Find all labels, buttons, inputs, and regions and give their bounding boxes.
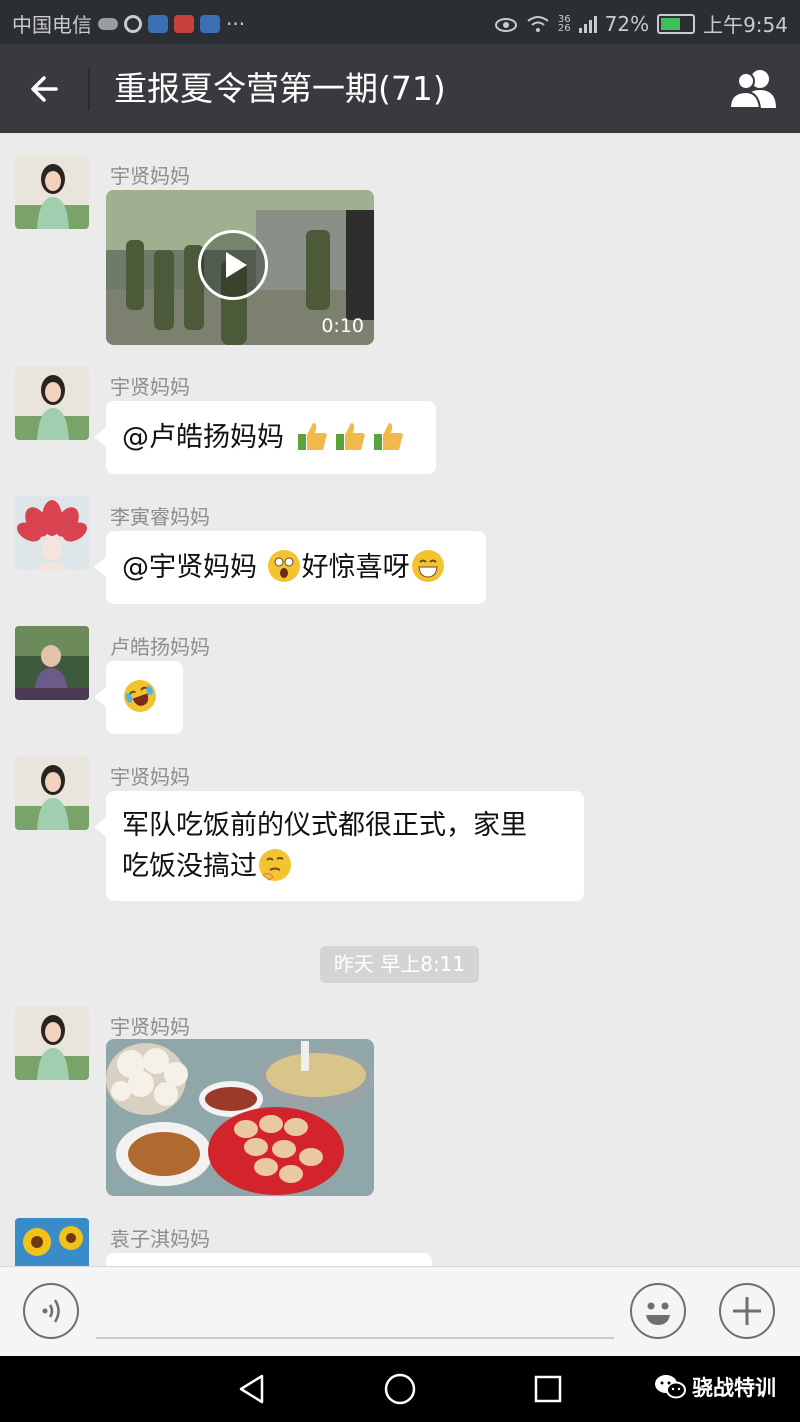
message-text-2: 好惊喜呀: [301, 552, 410, 583]
sender-name: 卢皓扬妈妈: [110, 635, 210, 659]
message-list[interactable]: 宇贤妈妈 0:10 宇贤妈妈 @卢皓扬妈妈 李寅睿妈妈 @宇贤妈妈 好惊喜呀 卢…: [0, 133, 800, 1266]
message-text: @宇贤妈妈: [122, 552, 266, 583]
arrow-left-icon: [31, 76, 58, 102]
nav-back-button[interactable]: [233, 1370, 271, 1408]
square-recent-icon: [534, 1375, 562, 1403]
signal-icon: [578, 15, 597, 33]
wifi-icon: [527, 15, 549, 32]
group-members-icon: [728, 70, 776, 109]
message-text-line1: 军队吃饭前的仪式都很正式，家里: [122, 810, 527, 841]
weather-icon: [98, 17, 118, 30]
more-actions-button[interactable]: [719, 1283, 775, 1339]
chat-title: 重报夏令营第一期(71): [114, 69, 446, 108]
sender-name: 宇贤妈妈: [110, 164, 190, 188]
thumbs-up-icon: [373, 423, 403, 450]
eye-comfort-icon: [494, 17, 517, 32]
smiley-icon: [646, 1302, 670, 1325]
header-divider: [88, 68, 90, 110]
back-button[interactable]: [22, 68, 68, 110]
video-duration: 0:10: [321, 315, 364, 337]
avatar[interactable]: [15, 756, 89, 830]
text-bubble[interactable]: @卢皓扬妈妈: [94, 401, 436, 474]
battery-percent: 72%: [604, 11, 650, 36]
wechat-logo-icon: [655, 1375, 686, 1399]
watermark: 骁战特训: [654, 1372, 776, 1402]
emoji-button[interactable]: [630, 1283, 686, 1339]
chat-header: 重报夏令营第一期(71): [0, 44, 800, 133]
avatar[interactable]: [15, 366, 89, 440]
circle-home-icon: [384, 1373, 416, 1405]
battery-icon: [657, 13, 696, 34]
sender-name: 李寅睿妈妈: [110, 505, 210, 529]
image-message[interactable]: [106, 1039, 374, 1196]
system-nav-bar: 骁战特训: [0, 1356, 800, 1422]
message-timestamp: 昨天 早上8:11: [320, 946, 479, 983]
baidu-icon-2: [200, 14, 220, 33]
thumbs-up-icon: [335, 423, 365, 450]
avatar[interactable]: [15, 1218, 89, 1266]
sender-name: 袁子淇妈妈: [110, 1227, 210, 1251]
status-bar: 中国电信 ··· 36 26 72% 上午9:54: [0, 0, 800, 44]
message-input[interactable]: [96, 1287, 614, 1339]
qq-icon: [124, 14, 142, 33]
avatar[interactable]: [15, 496, 89, 570]
play-button[interactable]: [198, 230, 268, 300]
sender-name: 宇贤妈妈: [110, 375, 190, 399]
watermark-text: 骁战特训: [692, 1376, 776, 1400]
text-bubble[interactable]: [94, 661, 183, 734]
network-type-label: 36 26: [557, 13, 571, 34]
nav-home-button[interactable]: [381, 1370, 419, 1408]
group-members-button[interactable]: [728, 66, 780, 112]
triangle-back-icon: [239, 1374, 264, 1404]
text-bubble[interactable]: 军队吃饭前的仪式都很正式，家里 吃饭没搞过: [94, 791, 584, 901]
avatar[interactable]: [15, 155, 89, 229]
carrier-label: 中国电信: [12, 13, 92, 37]
play-icon: [226, 252, 247, 278]
sender-name: 宇贤妈妈: [110, 1015, 190, 1039]
sender-name: 宇贤妈妈: [110, 765, 190, 789]
voice-button[interactable]: [23, 1283, 79, 1339]
video-message[interactable]: 0:10: [106, 190, 374, 345]
avatar[interactable]: [15, 1006, 89, 1080]
shocked-face-icon: [267, 550, 300, 582]
clock: 上午9:54: [703, 13, 788, 37]
text-bubble[interactable]: @宇贤妈妈 好惊喜呀: [94, 531, 486, 604]
more-notifications-icon: ···: [226, 11, 246, 36]
app-notification-icon: [174, 14, 194, 33]
message-text: @卢皓扬妈妈: [122, 422, 293, 453]
baidu-icon: [148, 14, 168, 33]
thumbs-up-icon: [297, 423, 327, 450]
thinking-face-icon: [259, 849, 291, 881]
text-bubble[interactable]: [106, 1253, 432, 1266]
laugh-cry-face-icon: [119, 675, 161, 717]
avatar[interactable]: [15, 626, 89, 700]
input-bar: [0, 1266, 800, 1357]
voice-icon: [42, 1299, 60, 1323]
message-text-line2: 吃饭没搞过: [122, 851, 257, 882]
nav-recent-button[interactable]: [529, 1370, 567, 1408]
grin-face-icon: [411, 550, 444, 582]
plus-icon: [733, 1297, 761, 1325]
